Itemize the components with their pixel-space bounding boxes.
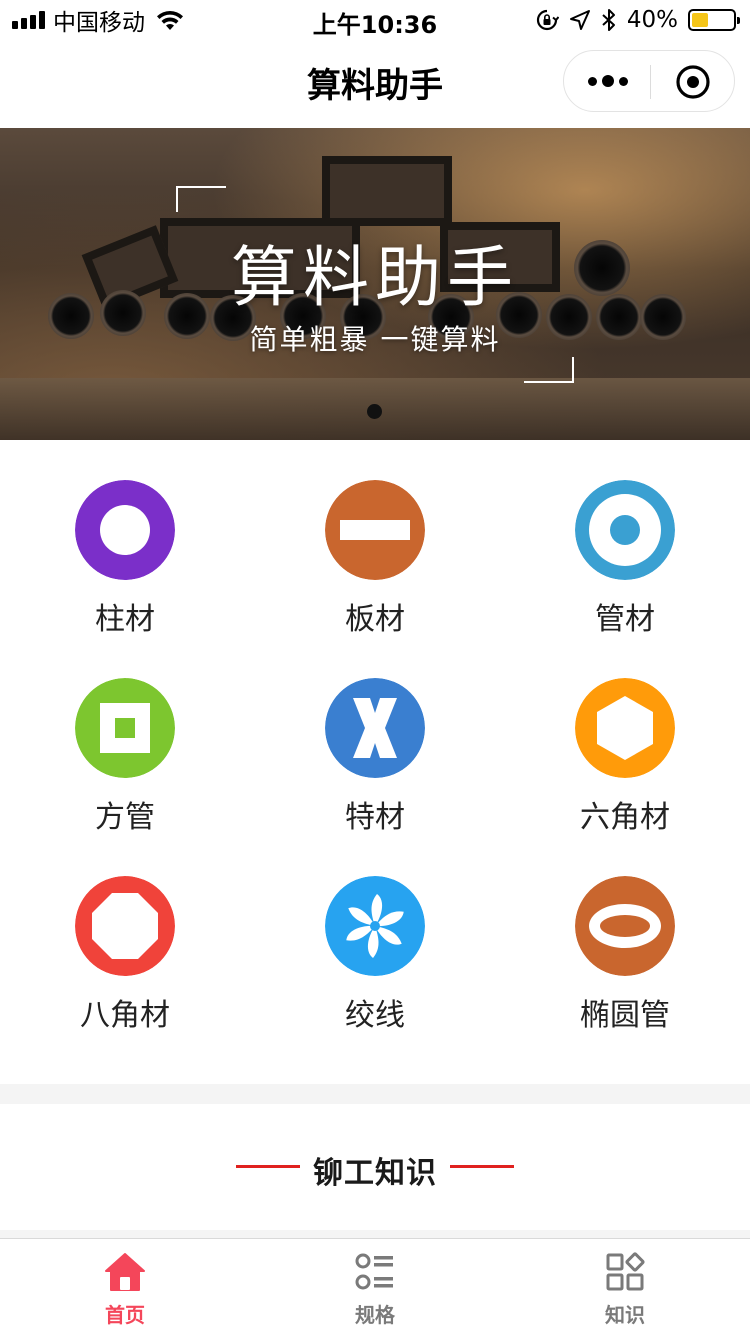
rotation-lock-icon bbox=[536, 9, 559, 31]
octagon-bar-icon bbox=[75, 876, 175, 976]
material-item-plate[interactable]: 板材 bbox=[250, 440, 500, 638]
home-icon bbox=[105, 1253, 145, 1291]
location-icon bbox=[569, 10, 590, 30]
material-label: 椭圆管 bbox=[580, 998, 670, 1033]
battery-icon bbox=[688, 9, 740, 31]
section-title-line-right bbox=[450, 1165, 514, 1168]
section-separator-bottom bbox=[0, 1230, 750, 1238]
material-item-round-bar[interactable]: 柱材 bbox=[0, 440, 250, 638]
status-right: 40% bbox=[535, 6, 740, 34]
banner-corner-bottom-right bbox=[524, 357, 574, 383]
material-label: 特材 bbox=[345, 800, 405, 835]
material-item-oval-tube[interactable]: 椭圆管 bbox=[500, 836, 750, 1034]
more-dots-icon[interactable] bbox=[588, 67, 628, 95]
material-label: 柱材 bbox=[95, 602, 155, 637]
material-item-octagon[interactable]: 八角材 bbox=[0, 836, 250, 1034]
tab-knowledge[interactable]: 知识 bbox=[500, 1239, 750, 1334]
material-item-stranded-wire[interactable]: 绞线 bbox=[250, 836, 500, 1034]
material-grid: 柱材 板材 管材 方管 特材 六角材 八角材 绞线 椭圆管 bbox=[0, 440, 750, 1084]
material-label: 八角材 bbox=[80, 998, 170, 1033]
banner-corner-top-left bbox=[176, 186, 226, 212]
material-item-pipe[interactable]: 管材 bbox=[500, 440, 750, 638]
tab-label: 首页 bbox=[105, 1303, 145, 1327]
mini-program-capsule bbox=[563, 50, 735, 112]
material-label: 六角材 bbox=[580, 800, 670, 835]
stranded-wire-icon bbox=[325, 876, 425, 976]
nav-bar: 算料助手 bbox=[0, 40, 750, 128]
banner-carousel[interactable]: 算料助手 简单粗暴 一键算料 bbox=[0, 128, 750, 440]
status-bar: 中国移动 上午10:36 40% bbox=[0, 0, 750, 40]
tab-label: 知识 bbox=[605, 1303, 645, 1327]
square-tube-icon bbox=[75, 678, 175, 778]
plate-icon bbox=[325, 480, 425, 580]
banner-indicator-dot[interactable] bbox=[367, 404, 382, 419]
tab-home[interactable]: 首页 bbox=[0, 1239, 250, 1334]
banner-subtitle: 简单粗暴 一键算料 bbox=[249, 323, 501, 356]
material-label: 板材 bbox=[345, 602, 405, 637]
battery-percent: 40% bbox=[626, 7, 678, 33]
oval-tube-icon bbox=[575, 876, 675, 976]
target-close-icon[interactable] bbox=[675, 64, 711, 100]
material-item-special[interactable]: 特材 bbox=[250, 638, 500, 836]
section-separator bbox=[0, 1084, 750, 1104]
tab-label: 规格 bbox=[355, 1303, 395, 1327]
tab-specs[interactable]: 规格 bbox=[250, 1239, 500, 1334]
special-x-icon bbox=[325, 678, 425, 778]
material-label: 方管 bbox=[95, 800, 155, 835]
material-label: 管材 bbox=[595, 602, 655, 637]
pipe-icon bbox=[575, 480, 675, 580]
battery-fill bbox=[692, 13, 708, 27]
tab-bar: 首页 规格 知识 bbox=[0, 1238, 750, 1334]
grid-apps-icon bbox=[606, 1252, 645, 1291]
material-label: 绞线 bbox=[345, 998, 405, 1033]
material-item-square-tube[interactable]: 方管 bbox=[0, 638, 250, 836]
round-bar-icon bbox=[75, 480, 175, 580]
list-icon bbox=[355, 1253, 393, 1290]
bluetooth-icon bbox=[602, 9, 615, 31]
capsule-divider bbox=[650, 65, 651, 99]
material-item-hexagon[interactable]: 六角材 bbox=[500, 638, 750, 836]
banner-decor bbox=[322, 156, 452, 226]
hexagon-bar-icon bbox=[575, 678, 675, 778]
section-title: 铆工知识 bbox=[313, 1156, 437, 1191]
banner-title: 算料助手 bbox=[231, 239, 519, 316]
knowledge-section: 铆工知识 bbox=[0, 1104, 750, 1230]
